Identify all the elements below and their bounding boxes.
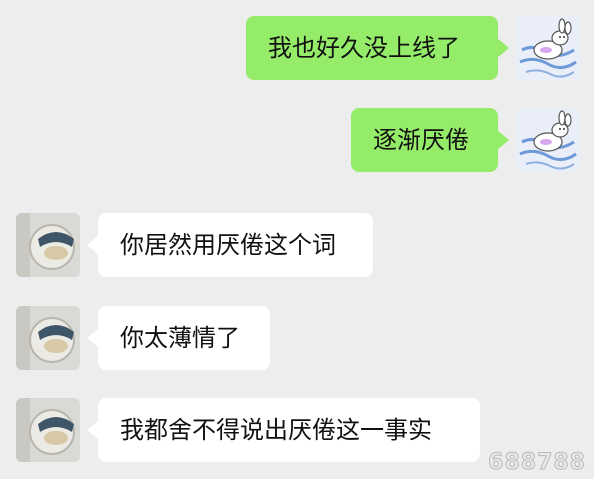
contact-avatar[interactable] <box>16 213 80 277</box>
message-text: 你居然用厌倦这个词 <box>120 231 336 259</box>
message-bubble-outgoing[interactable]: 逐渐厌倦 <box>351 108 509 172</box>
photo-avatar-icon <box>16 213 80 277</box>
message-text: 我也好久没上线了 <box>268 34 460 62</box>
photo-avatar-icon <box>16 398 80 462</box>
message-bubble-incoming[interactable]: 你太薄情了 <box>87 306 270 370</box>
contact-avatar[interactable] <box>16 398 80 462</box>
photo-avatar-icon <box>16 306 80 370</box>
message-bubble-incoming[interactable]: 你居然用厌倦这个词 <box>87 213 373 277</box>
message-bubble-outgoing[interactable]: 我也好久没上线了 <box>246 16 509 80</box>
message-text: 逐渐厌倦 <box>373 126 469 154</box>
bunny-avatar-icon <box>516 108 580 172</box>
self-avatar[interactable] <box>516 108 580 172</box>
message-text: 我都舍不得说出厌倦这一事实 <box>120 416 432 444</box>
contact-avatar[interactable] <box>16 306 80 370</box>
bunny-avatar-icon <box>516 16 580 80</box>
self-avatar[interactable] <box>516 16 580 80</box>
message-bubble-incoming[interactable]: 我都舍不得说出厌倦这一事实 <box>87 398 480 462</box>
message-text: 你太薄情了 <box>120 324 240 352</box>
watermark: 688788 <box>488 450 586 476</box>
